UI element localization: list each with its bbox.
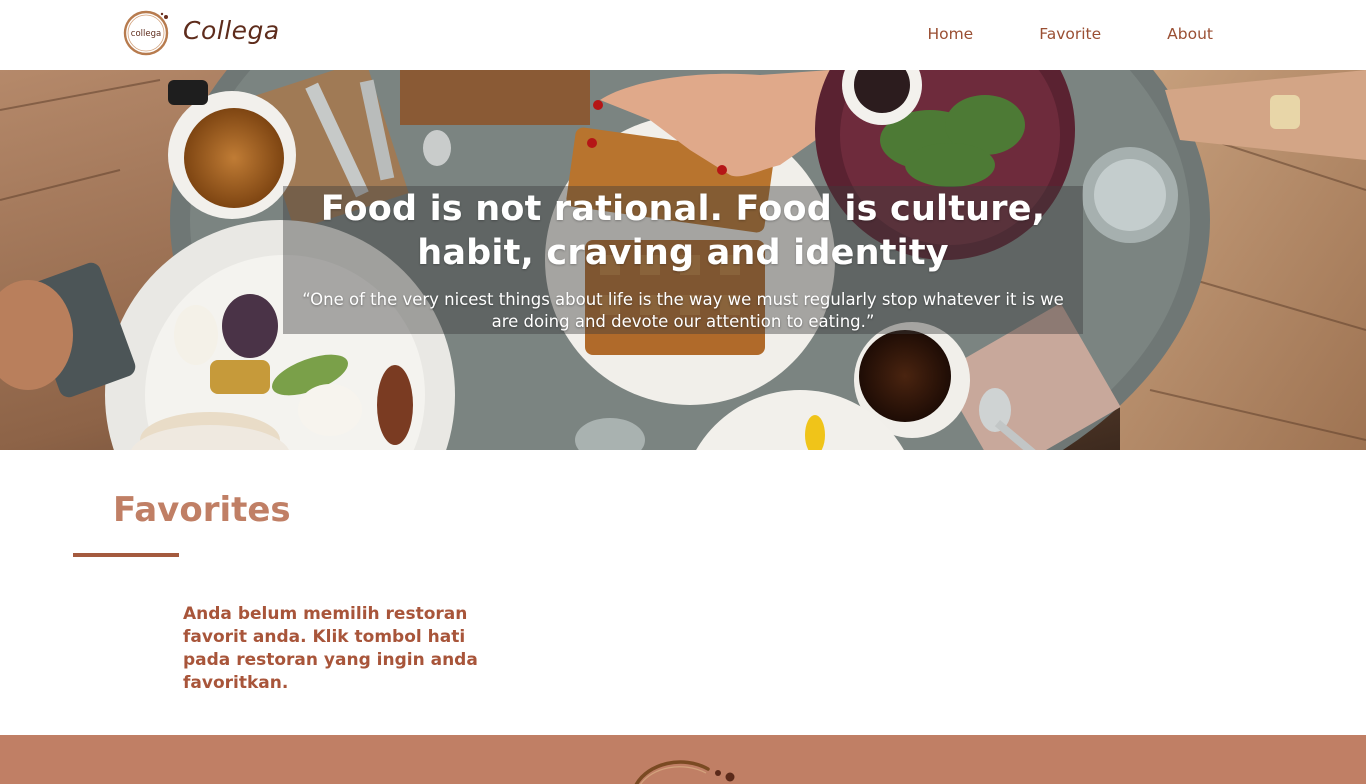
hero-title: Food is not rational. Food is culture, h… — [320, 189, 1046, 273]
hero-banner: Food is not rational. Food is culture, h… — [0, 70, 1366, 450]
collega-logo-icon[interactable]: collega — [121, 8, 171, 58]
nav-home-link[interactable]: Home — [927, 25, 973, 43]
main-nav: Home Favorite About — [927, 25, 1213, 43]
logo-text: collega — [131, 29, 161, 39]
app-header: collega Collega Home Favorite About — [0, 0, 1366, 70]
footer-logo-icon — [634, 760, 735, 784]
heading-underline — [73, 553, 179, 557]
nav-favorite-link[interactable]: Favorite — [1039, 25, 1101, 43]
nav-about-link[interactable]: About — [1167, 25, 1213, 43]
brand-name[interactable]: Collega — [183, 16, 280, 45]
favorites-heading: Favorites — [113, 490, 291, 530]
hero-quote: “One of the very nicest things about lif… — [302, 290, 1064, 331]
app-footer — [0, 735, 1366, 784]
favorites-empty-message: Anda belum memilih restoran favorit anda… — [183, 604, 478, 693]
